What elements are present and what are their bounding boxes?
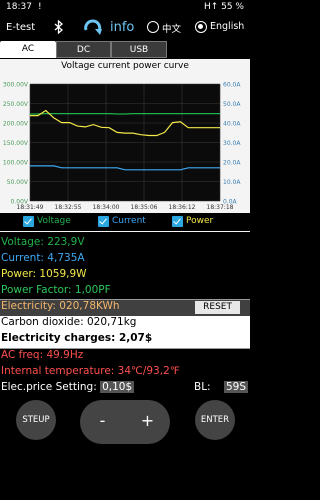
y-right-tick-label: 30.0A — [223, 140, 241, 147]
alert-icon: ! — [38, 2, 42, 12]
voltage-reading: Voltage: 223,9V — [1, 236, 85, 248]
y-left-tick-label: 200.00V — [3, 121, 29, 128]
price-setting-label: Elec.price Setting: — [1, 381, 97, 393]
legend-power-label: Power — [186, 216, 214, 226]
y-right-tick-label: 60.0A — [223, 82, 241, 89]
power-factor-reading: Power Factor: 1,00PF — [1, 284, 111, 296]
status-bar: 18:37 ! H↑ 55 % — [0, 0, 250, 16]
carbon-dioxide-reading: Carbon dioxide: 020,71kg — [0, 316, 250, 332]
electricity-row: Electricity: 020,78KWh RESET — [0, 300, 250, 316]
mode-tabs: AC DC USB — [0, 39, 250, 59]
y-left-tick-label: 150.00V — [3, 140, 29, 147]
y-right-tick-label: 20.0A — [223, 160, 241, 167]
english-label[interactable]: English — [210, 21, 244, 32]
chart-title: Voltage current power curve — [61, 61, 189, 71]
sync-icon[interactable] — [82, 18, 104, 38]
x-tick-label: 18:35:06 — [131, 204, 158, 211]
status-time: 18:37 — [6, 2, 32, 12]
legend-current-label: Current — [112, 216, 146, 226]
chart-legend: Voltage Current Power — [0, 213, 250, 231]
backlight-label: BL: — [194, 381, 211, 393]
current-reading: Current: 4,735A — [1, 252, 85, 264]
voltage-checkbox[interactable] — [23, 216, 34, 227]
x-tick-label: 18:37:18 — [207, 204, 234, 211]
control-bar: STEUP - + ENTER — [0, 400, 250, 500]
ac-frequency-reading: AC freq: 49.9Hz — [0, 349, 250, 365]
y-left-tick-label: 50.00V — [7, 179, 29, 186]
x-tick-label: 18:31:49 — [17, 204, 44, 211]
english-radio[interactable] — [195, 21, 207, 33]
y-left-tick-label: 100.00V — [3, 160, 29, 167]
tab-dc[interactable]: DC — [56, 41, 111, 58]
power-reading: Power: 1059,9W — [1, 268, 87, 280]
power-checkbox[interactable] — [172, 216, 183, 227]
legend-voltage-label: Voltage — [37, 216, 71, 226]
chart-panel: Voltage current power curve 300.00V 60.0A… — [0, 59, 250, 232]
tab-usb[interactable]: USB — [111, 41, 167, 58]
current-checkbox[interactable] — [98, 216, 109, 227]
status-signal-battery: H↑ 55 % — [203, 2, 244, 12]
y-right-tick-label: 50.0A — [223, 101, 241, 108]
x-tick-label: 18:32:55 — [55, 204, 82, 211]
price-setting-row: Elec.price Setting: 0,10$ BL: 59S — [0, 381, 250, 397]
info-button[interactable]: info — [110, 20, 134, 35]
price-setting-input[interactable]: 0,10$ — [100, 381, 135, 393]
x-tick-label: 18:36:12 — [169, 204, 196, 211]
app-bar: E-test info 中文 English — [0, 17, 250, 39]
bluetooth-icon[interactable] — [53, 20, 65, 34]
electricity-reading: Electricity: 020,78KWh — [1, 300, 120, 312]
electricity-charges-reading: Electricity charges: 2,07$ — [0, 332, 250, 348]
y-right-tick-label: 10.0A — [223, 179, 241, 186]
reset-button[interactable]: RESET — [195, 301, 240, 314]
chinese-label[interactable]: 中文 — [162, 21, 181, 35]
line-chart: 300.00V 60.0A 250.00V 50.0A 200.00V 40.0A 150.… — [3, 82, 241, 212]
y-left-tick-label: 300.00V — [3, 82, 29, 89]
x-tick-label: 18:34:00 — [93, 204, 120, 211]
setup-button[interactable]: STEUP — [16, 400, 56, 440]
internal-temperature-reading: Internal temperature: 34℃/93,2℉ — [1, 365, 180, 377]
chinese-radio[interactable] — [147, 21, 159, 33]
y-left-tick-label: 250.00V — [3, 101, 29, 108]
backlight-input[interactable]: 59S — [224, 381, 249, 393]
minus-button[interactable]: - — [80, 400, 125, 444]
enter-button[interactable]: ENTER — [195, 400, 235, 440]
app-title: E-test — [6, 22, 36, 33]
plus-button[interactable]: + — [125, 400, 170, 444]
tab-ac[interactable]: AC — [0, 41, 56, 58]
adjust-control: - + — [80, 400, 170, 444]
charges-text: Electricity charges: 2,07$ — [1, 332, 153, 344]
y-right-tick-label: 40.0A — [223, 121, 241, 128]
